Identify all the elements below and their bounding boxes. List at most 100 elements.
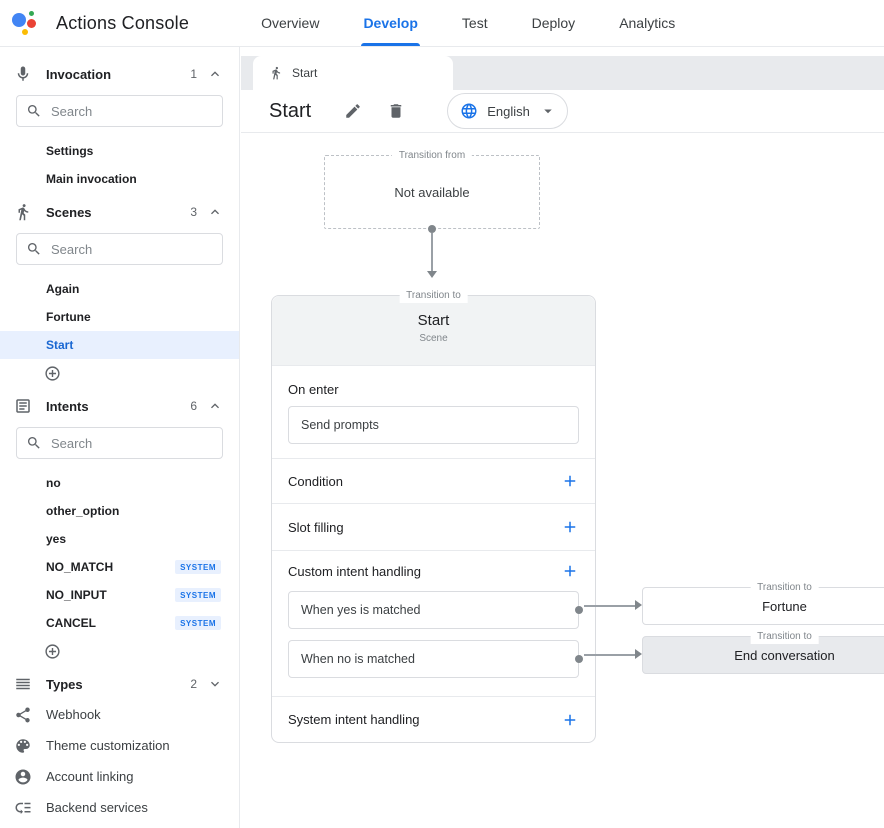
section-label: Scenes	[46, 205, 92, 220]
sidebar-item-main-invocation[interactable]: Main invocation	[0, 165, 239, 193]
on-enter-label: On enter	[288, 382, 579, 398]
delete-icon[interactable]	[387, 102, 405, 120]
walking-person-icon	[269, 66, 283, 80]
scene-card: Transition to Start Scene On enter Send …	[271, 295, 596, 743]
sidebar-section-invocation[interactable]: Invocation 1	[0, 59, 239, 89]
sidebar-item-intent-no[interactable]: no	[0, 469, 239, 497]
chevron-down-icon	[207, 676, 223, 692]
intent-label: NO_MATCH	[46, 560, 113, 574]
nav-develop[interactable]: Develop	[361, 0, 419, 46]
sidebar-item-intent-no-input[interactable]: NO_INPUT SYSTEM	[0, 581, 239, 609]
microphone-icon	[14, 65, 32, 83]
system-intent-handling-label: System intent handling	[288, 712, 420, 727]
section-count: 3	[190, 205, 197, 219]
language-selector[interactable]: English	[447, 93, 568, 129]
add-intent-button[interactable]	[0, 637, 239, 665]
slot-filling-row[interactable]: Slot filling	[272, 504, 595, 550]
section-count: 2	[190, 677, 197, 691]
document-icon	[14, 397, 32, 415]
send-prompts-button[interactable]: Send prompts	[288, 406, 579, 444]
sidebar-section-intents[interactable]: Intents 6	[0, 391, 239, 421]
search-icon	[26, 241, 42, 257]
connector-dot	[575, 606, 583, 614]
connector-line	[584, 605, 635, 607]
connector-line	[431, 233, 433, 271]
item-label: Webhook	[46, 707, 101, 722]
condition-row[interactable]: Condition	[272, 459, 595, 503]
sidebar-item-theme-customization[interactable]: Theme customization	[0, 730, 239, 761]
intent-handler-when-yes[interactable]: When yes is matched	[288, 591, 579, 629]
transition-to-label: Transition to	[750, 630, 819, 644]
scenes-search-input[interactable]	[51, 242, 213, 257]
transition-target-end-conversation[interactable]: Transition to End conversation	[642, 636, 884, 674]
system-intent-handling-row[interactable]: System intent handling	[272, 697, 595, 742]
intent-handler-when-no[interactable]: When no is matched	[288, 640, 579, 678]
scene-title: Start	[269, 100, 311, 123]
search-icon	[26, 103, 42, 119]
connector-dot	[428, 225, 436, 233]
handler-label: When yes is matched	[301, 603, 421, 617]
slot-filling-label: Slot filling	[288, 520, 344, 535]
scene-card-header: Start Scene	[272, 296, 595, 366]
sidebar-item-scene-again[interactable]: Again	[0, 275, 239, 303]
sidebar-section-scenes[interactable]: Scenes 3	[0, 197, 239, 227]
add-icon[interactable]	[561, 562, 579, 580]
section-count: 6	[190, 399, 197, 413]
tab-scene-start[interactable]: Start	[253, 56, 453, 90]
sidebar-item-scene-fortune[interactable]: Fortune	[0, 303, 239, 331]
intents-search-input[interactable]	[51, 436, 213, 451]
tab-strip: Start	[241, 56, 884, 90]
sidebar-item-backend-services[interactable]: Backend services	[0, 792, 239, 823]
custom-intent-handling-row[interactable]: Custom intent handling	[272, 551, 595, 591]
connector-line	[584, 654, 635, 656]
scene-name: Start	[272, 312, 595, 329]
sidebar-item-settings[interactable]: Settings	[0, 137, 239, 165]
main-panel: Start Start English Transition from Not …	[241, 47, 884, 828]
handler-label: When no is matched	[301, 652, 415, 666]
transition-from-label: Transition from	[392, 149, 472, 163]
top-nav: Overview Develop Test Deploy Analytics	[259, 0, 677, 46]
walking-person-icon	[14, 203, 32, 221]
item-label: Backend services	[46, 800, 148, 815]
nav-deploy[interactable]: Deploy	[530, 0, 578, 46]
chevron-up-icon	[207, 398, 223, 414]
google-assistant-logo	[10, 8, 40, 38]
globe-icon	[460, 102, 478, 120]
sidebar-item-intent-cancel[interactable]: CANCEL SYSTEM	[0, 609, 239, 637]
intent-label: NO_INPUT	[46, 588, 107, 602]
nav-test[interactable]: Test	[460, 0, 490, 46]
sidebar-section-types[interactable]: Types 2	[0, 669, 239, 699]
add-icon[interactable]	[561, 711, 579, 729]
transition-target-fortune[interactable]: Transition to Fortune	[642, 587, 884, 625]
nav-analytics[interactable]: Analytics	[617, 0, 677, 46]
item-label: Account linking	[46, 769, 133, 784]
system-badge: SYSTEM	[175, 560, 221, 574]
invocation-search	[16, 95, 223, 127]
section-label: Intents	[46, 399, 89, 414]
nav-overview[interactable]: Overview	[259, 0, 321, 46]
sidebar-item-webhook[interactable]: Webhook	[0, 699, 239, 730]
add-icon[interactable]	[561, 518, 579, 536]
chevron-up-icon	[207, 66, 223, 82]
system-badge: SYSTEM	[175, 588, 221, 602]
scene-toolbar: Start English	[241, 90, 884, 133]
backend-services-icon	[14, 799, 32, 817]
sidebar-item-intent-other-option[interactable]: other_option	[0, 497, 239, 525]
transition-from-value: Not available	[325, 156, 539, 228]
arrow-right-icon	[635, 649, 642, 659]
add-scene-button[interactable]	[0, 359, 239, 387]
sidebar: Invocation 1 Settings Main invocation Sc…	[0, 47, 240, 828]
sidebar-item-intent-yes[interactable]: yes	[0, 525, 239, 553]
sidebar-item-scene-start[interactable]: Start	[0, 331, 239, 359]
scene-canvas: Transition from Not available Transition…	[241, 133, 884, 828]
invocation-search-input[interactable]	[51, 104, 213, 119]
transition-to-label: Transition to	[750, 581, 819, 595]
tab-label: Start	[292, 66, 317, 80]
add-icon[interactable]	[561, 472, 579, 490]
sidebar-item-account-linking[interactable]: Account linking	[0, 761, 239, 792]
connector-dot	[575, 655, 583, 663]
condition-label: Condition	[288, 474, 343, 489]
search-icon	[26, 435, 42, 451]
sidebar-item-intent-no-match[interactable]: NO_MATCH SYSTEM	[0, 553, 239, 581]
edit-icon[interactable]	[344, 102, 362, 120]
